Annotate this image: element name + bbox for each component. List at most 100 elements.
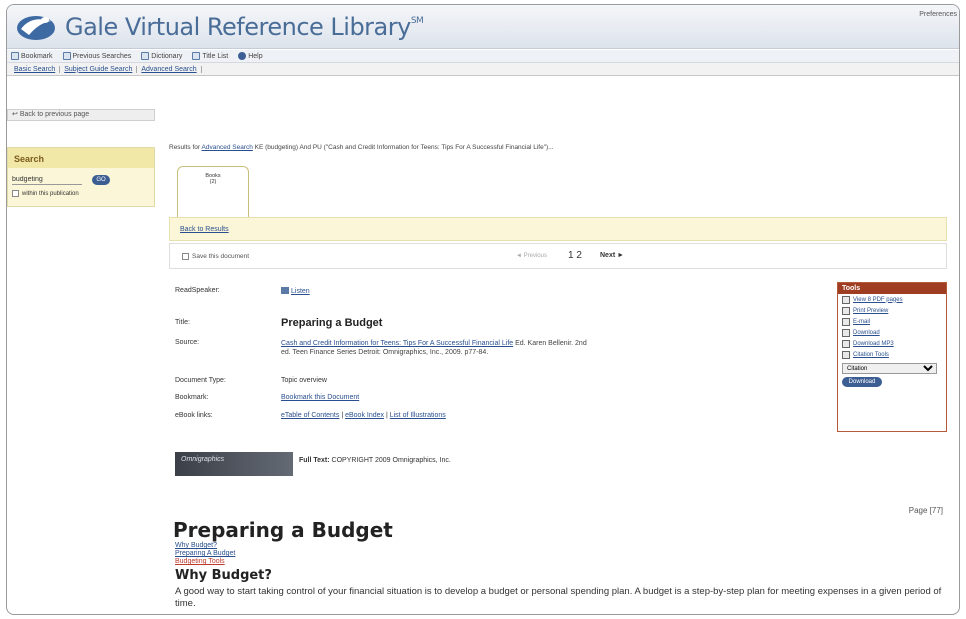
app-title: Gale Virtual Reference LibrarySM bbox=[65, 13, 424, 41]
list-icon bbox=[192, 52, 201, 60]
list-of-illustrations-link[interactable]: List of Illustrations bbox=[390, 412, 446, 419]
listen-link[interactable]: Listen bbox=[281, 287, 310, 295]
article-title: Preparing a Budget bbox=[173, 518, 393, 542]
tab-subject-guide-search[interactable]: Subject Guide Search bbox=[60, 65, 138, 73]
help-icon bbox=[238, 52, 247, 60]
back-arrow-icon: ↩ bbox=[12, 111, 18, 118]
email-icon bbox=[842, 317, 850, 326]
results-prefix: Results for bbox=[169, 144, 201, 151]
ebook-index-link[interactable]: eBook Index bbox=[345, 412, 384, 419]
source-editor: Ed. Karen Bellenir. 2nd bbox=[515, 340, 587, 347]
save-document-checkbox[interactable]: Save this document bbox=[182, 253, 249, 260]
source-label: Source: bbox=[175, 339, 200, 346]
sidebar-search-panel: Search GO within this publication bbox=[7, 147, 155, 207]
help-button[interactable]: Help bbox=[238, 52, 263, 60]
gale-logo-icon bbox=[17, 16, 55, 40]
email-label: E-mail bbox=[853, 318, 871, 325]
dictionary-button[interactable]: Dictionary bbox=[141, 52, 182, 60]
within-publication-label: within this publication bbox=[22, 190, 79, 197]
citation-format-select[interactable]: Citation bbox=[842, 363, 937, 374]
results-summary: Results for Advanced Search KE (budgetin… bbox=[169, 144, 554, 151]
title-label: Title: bbox=[175, 319, 190, 326]
toc-why-budget-link[interactable]: Why Budget? bbox=[175, 542, 235, 550]
back-link-label: Back to previous page bbox=[19, 111, 90, 118]
tools-heading: Tools bbox=[838, 283, 946, 294]
print-icon bbox=[842, 306, 850, 315]
tools-download-button[interactable]: Download bbox=[842, 377, 882, 387]
bookmark-button[interactable]: Bookmark bbox=[11, 52, 53, 60]
checkbox-icon bbox=[12, 190, 19, 197]
tool-view-pdf[interactable]: View 8 PDF pages bbox=[838, 294, 946, 305]
previous-searches-label: Previous Searches bbox=[72, 52, 132, 60]
help-label: Help bbox=[248, 52, 263, 60]
page-number: Page [77] bbox=[908, 506, 943, 515]
citation-icon bbox=[842, 350, 850, 359]
readspeaker-label: ReadSpeaker: bbox=[175, 287, 220, 294]
bookmark-label: Bookmark: bbox=[175, 394, 209, 401]
toc-preparing-budget-link[interactable]: Preparing A Budget bbox=[175, 550, 235, 558]
listen-label: Listen bbox=[291, 288, 310, 295]
browser-frame: Gale Virtual Reference LibrarySM Prefere… bbox=[6, 4, 960, 615]
toolbar: Bookmark Previous Searches Dictionary Ti… bbox=[7, 50, 959, 63]
results-query: KE (budgeting) And PU ("Cash and Credit … bbox=[254, 144, 554, 151]
checkbox-icon bbox=[182, 253, 189, 260]
app-title-text: Gale Virtual Reference Library bbox=[65, 13, 411, 41]
publisher-logo: Omnigraphics bbox=[175, 452, 293, 476]
dictionary-icon bbox=[141, 52, 150, 60]
history-icon bbox=[62, 52, 71, 60]
page-numbers[interactable]: 1 2 bbox=[568, 250, 582, 261]
ebook-links: eTable of Contents | eBook Index | List … bbox=[281, 412, 446, 419]
trademark: SM bbox=[410, 16, 424, 26]
source-link[interactable]: Cash and Credit Information for Teens: T… bbox=[281, 340, 513, 347]
tab-books[interactable]: Books (2) bbox=[177, 166, 249, 218]
results-bar: Back to Results bbox=[169, 217, 947, 241]
section-heading: Why Budget? bbox=[175, 568, 272, 583]
tool-download[interactable]: Download bbox=[838, 327, 946, 338]
bookmark-label: Bookmark bbox=[21, 52, 53, 60]
fulltext-line: Full Text: COPYRIGHT 2009 Omnigraphics, … bbox=[299, 457, 451, 464]
back-to-previous-page-link[interactable]: ↩ Back to previous page bbox=[7, 109, 155, 121]
doctype-label: Document Type: bbox=[175, 377, 226, 384]
next-link[interactable]: Next ► bbox=[600, 252, 624, 259]
tool-email[interactable]: E-mail bbox=[838, 316, 946, 327]
print-preview-label: Print Preview bbox=[853, 307, 889, 314]
tool-citation[interactable]: Citation Tools bbox=[838, 349, 946, 360]
search-heading: Search bbox=[8, 148, 154, 168]
advanced-search-link[interactable]: Advanced Search bbox=[202, 144, 253, 151]
etable-of-contents-link[interactable]: eTable of Contents bbox=[281, 412, 339, 419]
search-row: GO bbox=[12, 175, 110, 185]
go-button[interactable]: GO bbox=[92, 175, 110, 185]
search-input[interactable] bbox=[12, 175, 82, 185]
document-title: Preparing a Budget bbox=[281, 317, 383, 329]
tool-print-preview[interactable]: Print Preview bbox=[838, 305, 946, 316]
view-pdf-label: View 8 PDF pages bbox=[853, 296, 903, 303]
bookmark-icon bbox=[11, 52, 19, 60]
previous-link: ◄ Previous bbox=[516, 253, 547, 259]
audio-icon bbox=[842, 339, 850, 348]
tab-basic-search[interactable]: Basic Search bbox=[10, 65, 61, 73]
previous-searches-button[interactable]: Previous Searches bbox=[62, 52, 132, 60]
ebook-links-label: eBook links: bbox=[175, 412, 213, 419]
tools-panel: Tools View 8 PDF pages Print Preview E-m… bbox=[837, 282, 947, 432]
copyright-text: COPYRIGHT 2009 Omnigraphics, Inc. bbox=[331, 457, 451, 464]
within-publication-checkbox[interactable]: within this publication bbox=[12, 190, 79, 197]
doctype-value: Topic overview bbox=[281, 377, 327, 384]
books-tab-count: (2) bbox=[209, 179, 217, 185]
title-list-button[interactable]: Title List bbox=[192, 52, 228, 60]
source-publisher: ed. Teen Finance Series Detroit: Omnigra… bbox=[281, 349, 489, 356]
search-tabs: Basic Search Subject Guide Search Advanc… bbox=[7, 63, 959, 76]
toc-budgeting-tools-link[interactable]: Budgeting Tools bbox=[175, 558, 235, 566]
source-value: Cash and Credit Information for Teens: T… bbox=[281, 339, 587, 357]
preferences-link[interactable]: Preferences bbox=[919, 11, 957, 18]
pdf-icon bbox=[842, 295, 850, 304]
article-toc: Why Budget? Preparing A Budget Budgeting… bbox=[175, 542, 235, 566]
tool-download-mp3[interactable]: Download MP3 bbox=[838, 338, 946, 349]
dictionary-label: Dictionary bbox=[151, 52, 183, 60]
back-to-results-link[interactable]: Back to Results bbox=[180, 226, 229, 233]
article-body: A good way to start taking control of yo… bbox=[175, 586, 942, 609]
bookmark-document-link[interactable]: Bookmark this Document bbox=[281, 394, 359, 401]
download-label: Download bbox=[853, 329, 880, 336]
tab-advanced-search[interactable]: Advanced Search bbox=[137, 65, 202, 73]
download-mp3-label: Download MP3 bbox=[853, 340, 894, 347]
document-nav-bar: Save this document ◄ Previous 1 2 Next ► bbox=[169, 243, 947, 269]
